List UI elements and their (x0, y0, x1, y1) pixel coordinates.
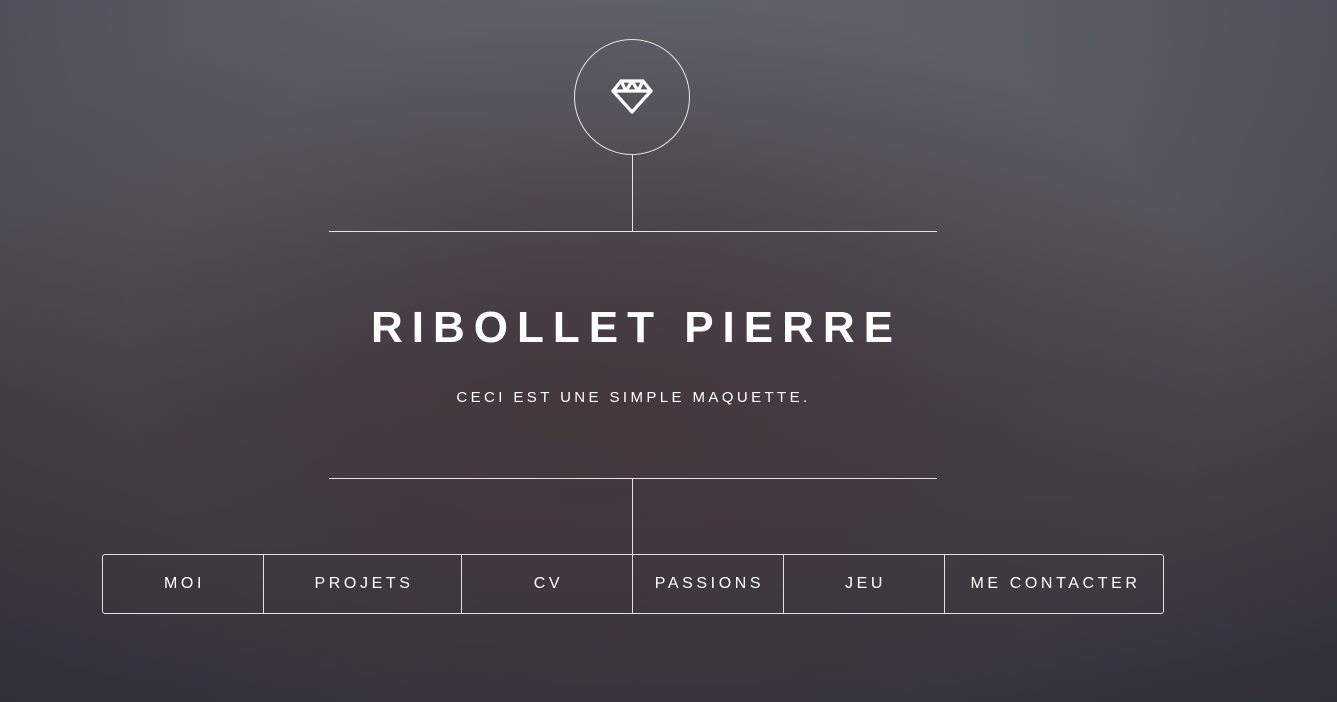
bottom-divider (329, 478, 937, 479)
nav-connector-line (632, 478, 633, 554)
nav-item-cv[interactable]: CV (462, 555, 633, 613)
diamond-icon (611, 79, 653, 114)
main-nav: MOI PROJETS CV PASSIONS JEU ME CONTACTER (102, 554, 1164, 614)
logo-connector-line (632, 155, 633, 231)
page-subtitle: CECI EST UNE SIMPLE MAQUETTE. (456, 389, 811, 406)
nav-item-moi[interactable]: MOI (103, 555, 264, 613)
page-title: RIBOLLET PIERRE (370, 303, 903, 352)
nav-item-projets[interactable]: PROJETS (264, 555, 462, 613)
top-divider (329, 231, 937, 232)
nav-item-jeu[interactable]: JEU (784, 555, 945, 613)
nav-item-me-contacter[interactable]: ME CONTACTER (945, 555, 1163, 613)
logo[interactable] (574, 39, 690, 155)
nav-item-passions[interactable]: PASSIONS (633, 555, 784, 613)
